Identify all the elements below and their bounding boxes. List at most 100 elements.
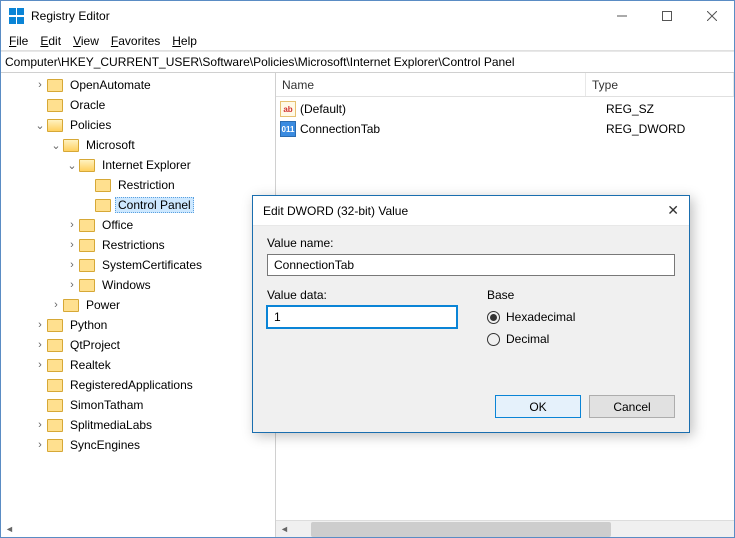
string-value-icon: ab	[280, 101, 296, 117]
column-name[interactable]: Name	[276, 73, 586, 96]
tree-item[interactable]: › Windows	[1, 275, 275, 295]
tree-item[interactable]: ⌄ Internet Explorer	[1, 155, 275, 175]
tree-item[interactable]: ⌄ Microsoft	[1, 135, 275, 155]
scroll-left-icon[interactable]: ◄	[1, 520, 18, 537]
tree-item[interactable]: Control Panel	[1, 195, 275, 215]
folder-icon	[95, 198, 111, 212]
menu-favorites[interactable]: Favorites	[111, 34, 160, 48]
tree-item[interactable]: RegisteredApplications	[1, 375, 275, 395]
column-type[interactable]: Type	[586, 73, 734, 96]
tree-item-label: Restrictions	[99, 237, 168, 253]
value-data-label: Value data:	[267, 288, 457, 302]
ok-button[interactable]: OK	[495, 395, 581, 418]
folder-icon	[79, 278, 95, 292]
menu-edit[interactable]: Edit	[40, 34, 61, 48]
chevron-right-icon[interactable]: ›	[65, 279, 79, 291]
scrollbar-thumb[interactable]	[311, 522, 611, 537]
folder-icon	[47, 398, 63, 412]
close-button[interactable]	[689, 1, 734, 31]
tree-item-label: Oracle	[67, 97, 108, 113]
tree-item-label: SplitmediaLabs	[67, 417, 155, 433]
tree-horizontal-scrollbar[interactable]: ◄	[1, 520, 275, 537]
tree-item[interactable]: ›SystemCertificates	[1, 255, 275, 275]
dialog-close-button[interactable]: ✕	[649, 202, 679, 219]
address-bar[interactable]: Computer\HKEY_CURRENT_USER\Software\Poli…	[1, 51, 734, 73]
tree-item[interactable]: ›SyncEngines	[1, 435, 275, 455]
chevron-right-icon[interactable]: ›	[33, 319, 47, 331]
dialog-titlebar: Edit DWORD (32-bit) Value ✕	[253, 196, 689, 226]
tree-item-label: Control Panel	[115, 197, 194, 213]
tree-item[interactable]: › Restrictions	[1, 235, 275, 255]
minimize-button[interactable]	[599, 1, 644, 31]
folder-icon	[95, 178, 111, 192]
chevron-down-icon[interactable]: ⌄	[33, 119, 47, 132]
tree-item[interactable]: › QtProject	[1, 335, 275, 355]
tree-item[interactable]: › Power	[1, 295, 275, 315]
window-title: Registry Editor	[31, 9, 599, 23]
window-controls	[599, 1, 734, 31]
radio-selected-icon	[487, 311, 500, 324]
folder-icon	[63, 298, 79, 312]
chevron-right-icon[interactable]: ›	[65, 219, 79, 231]
tree-item[interactable]: ⌄ Policies	[1, 115, 275, 135]
tree-item-label: Office	[99, 217, 136, 233]
scroll-left-icon[interactable]: ◄	[276, 521, 293, 538]
chevron-right-icon[interactable]: ›	[33, 439, 47, 451]
radio-decimal[interactable]: Decimal	[487, 328, 675, 350]
chevron-right-icon[interactable]: ›	[33, 339, 47, 351]
menu-help[interactable]: Help	[172, 34, 197, 48]
cancel-button[interactable]: Cancel	[589, 395, 675, 418]
value-name-label: Value name:	[267, 236, 675, 250]
folder-icon	[79, 258, 95, 272]
chevron-right-icon[interactable]: ›	[65, 239, 79, 251]
menubar: File Edit View Favorites Help	[1, 31, 734, 51]
menu-file[interactable]: File	[9, 34, 28, 48]
tree-item-label: Microsoft	[83, 137, 138, 153]
value-data-input[interactable]	[267, 306, 457, 328]
tree-item-label: Internet Explorer	[99, 157, 194, 173]
registry-editor-icon	[9, 8, 25, 24]
radio-hexadecimal[interactable]: Hexadecimal	[487, 306, 675, 328]
address-text: Computer\HKEY_CURRENT_USER\Software\Poli…	[5, 55, 515, 69]
folder-icon	[47, 98, 63, 112]
list-horizontal-scrollbar[interactable]: ◄	[276, 520, 734, 537]
tree-item-label: OpenAutomate	[67, 77, 154, 93]
chevron-down-icon[interactable]: ⌄	[49, 139, 63, 152]
tree-item-label: QtProject	[67, 337, 123, 353]
tree-item-label: Policies	[67, 117, 114, 133]
tree-item-label: Windows	[99, 277, 154, 293]
folder-icon	[47, 378, 63, 392]
tree-item-label: Restriction	[115, 177, 178, 193]
tree-item[interactable]: › Office	[1, 215, 275, 235]
tree-pane: › OpenAutomate Oracle ⌄ Policies ⌄ Microsoft ⌄ I…	[1, 73, 276, 537]
tree-item[interactable]: › OpenAutomate	[1, 75, 275, 95]
tree-item-label: Realtek	[67, 357, 114, 373]
value-name-cell: (Default)	[300, 102, 606, 116]
chevron-down-icon[interactable]: ⌄	[65, 159, 79, 172]
chevron-right-icon[interactable]: ›	[33, 359, 47, 371]
tree-view[interactable]: › OpenAutomate Oracle ⌄ Policies ⌄ Microsoft ⌄ I…	[1, 73, 275, 520]
list-item[interactable]: ab (Default)REG_SZ	[280, 99, 730, 119]
value-type-cell: REG_DWORD	[606, 122, 730, 136]
tree-item[interactable]: › Realtek	[1, 355, 275, 375]
tree-item-label: SimonTatham	[67, 397, 146, 413]
folder-icon	[47, 418, 63, 432]
value-type-cell: REG_SZ	[606, 102, 730, 116]
folder-icon	[63, 138, 79, 152]
tree-item[interactable]: SimonTatham	[1, 395, 275, 415]
chevron-right-icon[interactable]: ›	[33, 419, 47, 431]
tree-item[interactable]: Restriction	[1, 175, 275, 195]
tree-item[interactable]: Oracle	[1, 95, 275, 115]
maximize-button[interactable]	[644, 1, 689, 31]
menu-view[interactable]: View	[73, 34, 99, 48]
folder-icon	[47, 438, 63, 452]
chevron-right-icon[interactable]: ›	[33, 79, 47, 91]
tree-item-label: Power	[83, 297, 123, 313]
chevron-right-icon[interactable]: ›	[49, 299, 63, 311]
chevron-right-icon[interactable]: ›	[65, 259, 79, 271]
value-name-input[interactable]	[267, 254, 675, 276]
tree-item[interactable]: › SplitmediaLabs	[1, 415, 275, 435]
list-item[interactable]: 011ConnectionTabREG_DWORD	[280, 119, 730, 139]
tree-item[interactable]: ›Python	[1, 315, 275, 335]
list-header: Name Type	[276, 73, 734, 97]
